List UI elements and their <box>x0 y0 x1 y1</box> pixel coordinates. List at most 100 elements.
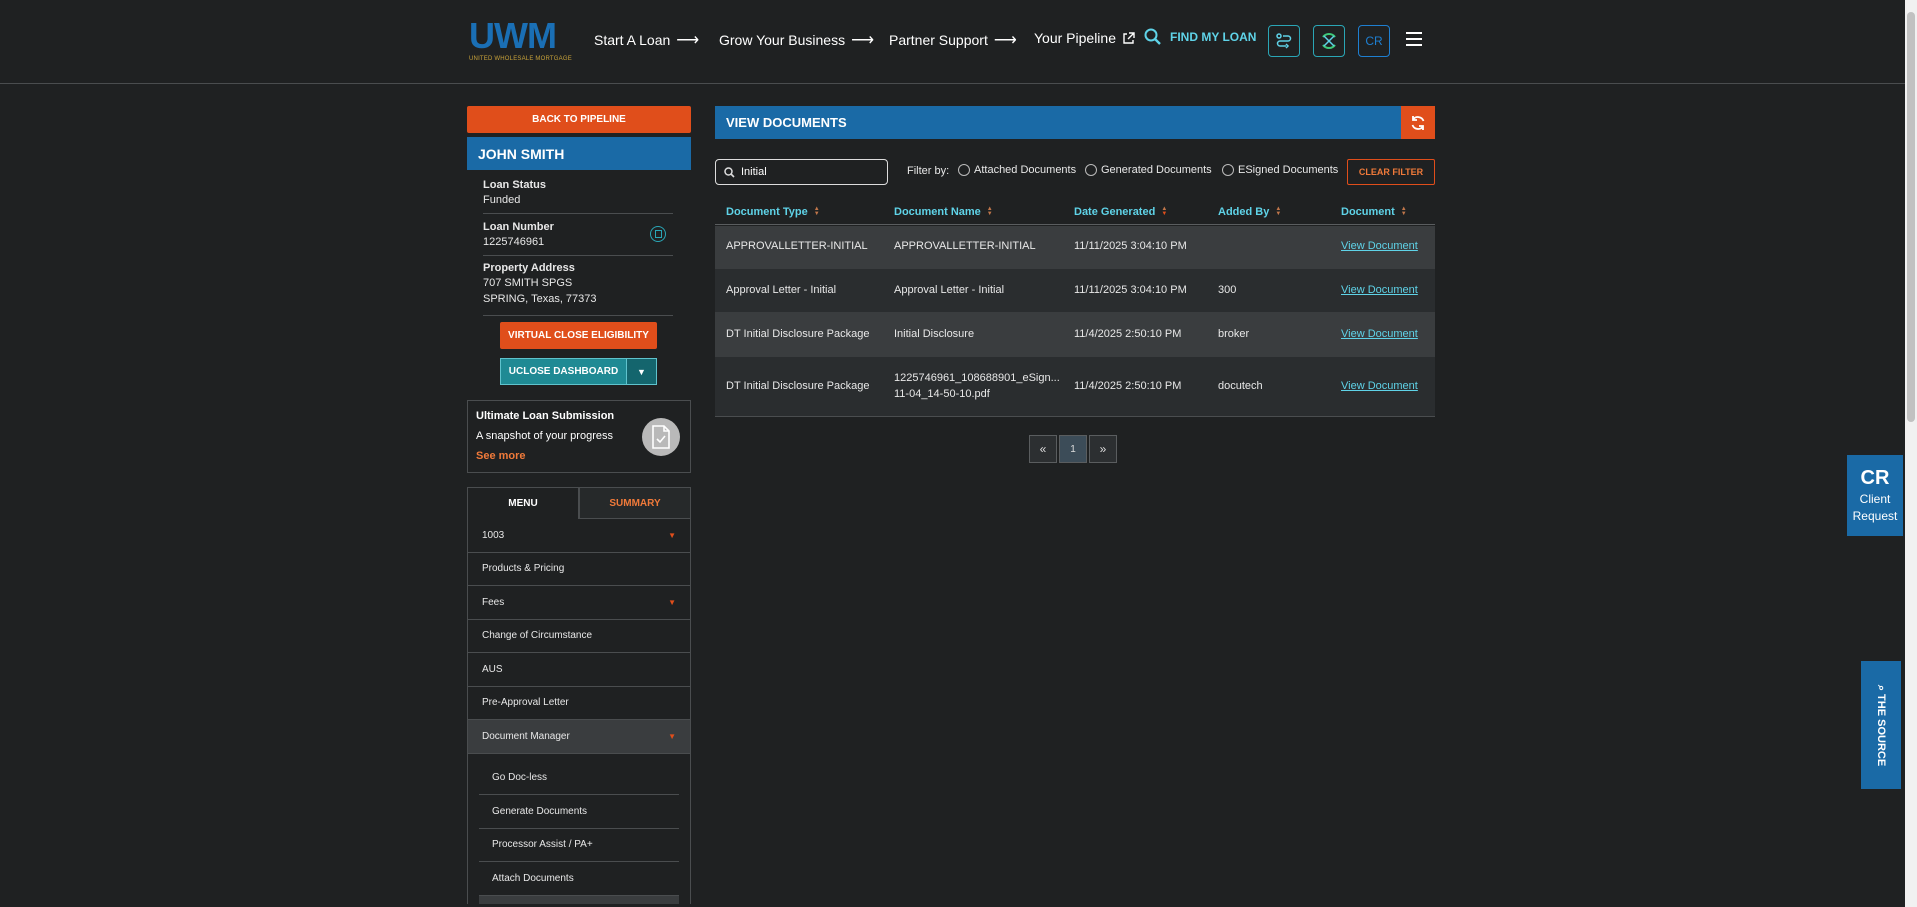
submenu-item-generate-documents[interactable]: Generate Documents <box>479 795 679 829</box>
cell-date-generated: 11/11/2025 3:04:10 PM <box>1074 284 1187 296</box>
client-request-abbr: CR <box>1860 467 1890 489</box>
cell-document-name-line2: 11-04_14-50-10.pdf <box>894 388 990 400</box>
next-page-button[interactable]: » <box>1089 435 1117 463</box>
submenu-item-go-doc-less[interactable]: Go Doc-less <box>479 762 679 795</box>
client-request-widget[interactable]: CR Client Request <box>1847 455 1903 536</box>
column-header-document-type[interactable]: Document Type ▲ ▼ <box>726 206 820 218</box>
column-header-label: Document Type <box>726 206 808 218</box>
document-search-field[interactable] <box>715 159 888 185</box>
nav-pipeline-label: Your Pipeline <box>1034 30 1116 46</box>
nav-your-pipeline[interactable]: Your Pipeline <box>1034 30 1135 46</box>
menu-item-fees[interactable]: Fees ▼ <box>468 586 690 620</box>
column-header-label: Date Generated <box>1074 206 1156 218</box>
submenu-item-selected[interactable] <box>479 895 679 904</box>
page-scrollbar[interactable] <box>1905 0 1917 907</box>
refresh-icon <box>1411 115 1425 130</box>
refresh-button[interactable] <box>1401 106 1435 139</box>
filter-esigned-documents[interactable]: ESigned Documents <box>1222 164 1338 176</box>
menu-item-1003[interactable]: 1003 ▼ <box>468 519 690 553</box>
uwm-logo[interactable]: UWM UNITED WHOLESALE MORTGAGE <box>469 18 572 63</box>
nav-start-a-loan-label: Start A Loan <box>594 32 671 48</box>
search-icon <box>724 166 735 178</box>
cell-document-name: Approval Letter - Initial <box>894 284 1005 296</box>
submenu-item-processor-assist[interactable]: Processor Assist / PA+ <box>479 829 679 862</box>
cr-button[interactable]: CR <box>1358 25 1390 57</box>
the-source-widget[interactable]: ⌕ THE SOURCE <box>1861 661 1901 789</box>
loan-status-value: Funded <box>483 194 521 206</box>
chevron-down-icon: ▼ <box>668 731 676 741</box>
submenu-item-attach-documents[interactable]: Attach Documents <box>479 862 679 896</box>
cell-date-generated: 11/4/2025 2:50:10 PM <box>1074 328 1182 340</box>
nav-start-a-loan[interactable]: Start A Loan ⟶ <box>594 30 699 50</box>
address-line2: SPRING, Texas, 77373 <box>483 293 597 305</box>
menu-item-label: Fees <box>482 596 505 608</box>
cell-document-name: Initial Disclosure <box>894 328 975 340</box>
copy-icon[interactable] <box>650 226 666 242</box>
find-my-loan-button[interactable]: FIND MY LOAN <box>1144 28 1256 46</box>
view-document-link[interactable]: View Document <box>1341 380 1418 392</box>
scrollbar-thumb[interactable] <box>1907 12 1915 422</box>
table-row: DT Initial Disclosure Package Initial Di… <box>715 312 1435 357</box>
property-address-block: Property Address 707 SMITH SPGS SPRING, … <box>483 262 673 305</box>
menu-item-products-pricing[interactable]: Products & Pricing <box>468 553 690 586</box>
divider <box>483 255 673 256</box>
logo-tagline: UNITED WHOLESALE MORTGAGE <box>469 56 572 62</box>
search-icon <box>1144 28 1161 45</box>
loan-number-block: Loan Number 1225746961 <box>483 221 673 248</box>
caret-down-icon[interactable]: ▼ <box>627 358 657 385</box>
uclose-dashboard-button[interactable]: UCLOSE DASHBOARD <box>500 358 627 385</box>
cell-added-by: 300 <box>1218 284 1237 296</box>
filter-attached-documents[interactable]: Attached Documents <box>958 164 1076 176</box>
cell-added-by: broker <box>1218 328 1250 340</box>
divider <box>483 213 673 214</box>
cell-date-generated: 11/11/2025 3:04:10 PM <box>1074 240 1187 252</box>
menu-item-label: Pre-Approval Letter <box>482 697 569 709</box>
column-header-added-by[interactable]: Added By ▲ ▼ <box>1218 206 1281 218</box>
menu-item-label: Change of Circumstance <box>482 630 593 642</box>
menu-item-change-of-circumstance[interactable]: Change of Circumstance <box>468 620 690 653</box>
back-to-pipeline-button[interactable]: BACK TO PIPELINE <box>467 106 691 133</box>
document-check-icon <box>642 418 680 456</box>
sort-icon: ▲ ▼ <box>986 206 993 217</box>
column-header-date-generated[interactable]: Date Generated ▲ ▼ <box>1074 206 1167 218</box>
tab-summary[interactable]: SUMMARY <box>579 487 691 519</box>
column-header-label: Document <box>1341 206 1395 218</box>
table-row: APPROVALLETTER-INITIAL APPROVALLETTER-IN… <box>715 226 1435 269</box>
menu-item-document-manager[interactable]: Document Manager ▼ <box>468 720 690 754</box>
filter-generated-documents[interactable]: Generated Documents <box>1085 164 1212 176</box>
nav-partner-support[interactable]: Partner Support ⟶ <box>889 30 1017 50</box>
nav-grow-your-business[interactable]: Grow Your Business ⟶ <box>719 30 874 50</box>
menu-item-label: 1003 <box>482 529 505 541</box>
prev-page-button[interactable]: « <box>1029 435 1057 463</box>
sidebar-tabs: MENU SUMMARY <box>467 487 691 519</box>
nav-grow-label: Grow Your Business <box>719 32 846 48</box>
cell-document-name: APPROVALLETTER-INITIAL <box>894 240 1036 252</box>
column-header-label: Added By <box>1218 206 1270 218</box>
hamburger-menu-icon[interactable] <box>1406 32 1422 50</box>
column-header-document-name[interactable]: Document Name ▲ ▼ <box>894 206 993 218</box>
tab-menu[interactable]: MENU <box>467 487 579 519</box>
virtual-close-eligibility-button[interactable]: VIRTUAL CLOSE ELIGIBILITY <box>500 322 657 349</box>
menu-item-aus[interactable]: AUS <box>468 653 690 687</box>
workflow-button[interactable] <box>1268 25 1300 57</box>
table-row: Approval Letter - Initial Approval Lette… <box>715 269 1435 312</box>
uls-card: Ultimate Loan Submission A snapshot of y… <box>467 400 691 473</box>
document-search-input[interactable] <box>741 166 871 178</box>
menu-item-pre-approval-letter[interactable]: Pre-Approval Letter <box>468 687 690 720</box>
arrow-right-icon: ⟶ <box>676 32 700 49</box>
find-my-loan-label: FIND MY LOAN <box>1170 30 1257 44</box>
page-1-button[interactable]: 1 <box>1059 435 1087 463</box>
cell-document-type: APPROVALLETTER-INITIAL <box>726 240 868 252</box>
clear-filter-button[interactable]: CLEAR FILTER <box>1347 159 1435 185</box>
nav-partner-label: Partner Support <box>889 32 988 48</box>
view-document-link[interactable]: View Document <box>1341 284 1418 296</box>
column-header-document[interactable]: Document ▲ ▼ <box>1341 206 1407 218</box>
uclose-dashboard-group: UCLOSE DASHBOARD ▼ <box>500 358 657 385</box>
cell-added-by: docutech <box>1218 380 1263 392</box>
loop-app-button[interactable] <box>1313 25 1345 57</box>
loan-status-block: Loan Status Funded <box>483 179 673 206</box>
view-document-link[interactable]: View Document <box>1341 328 1418 340</box>
radio-icon <box>958 164 970 176</box>
chevron-down-icon: ▼ <box>668 530 676 540</box>
view-document-link[interactable]: View Document <box>1341 240 1418 252</box>
